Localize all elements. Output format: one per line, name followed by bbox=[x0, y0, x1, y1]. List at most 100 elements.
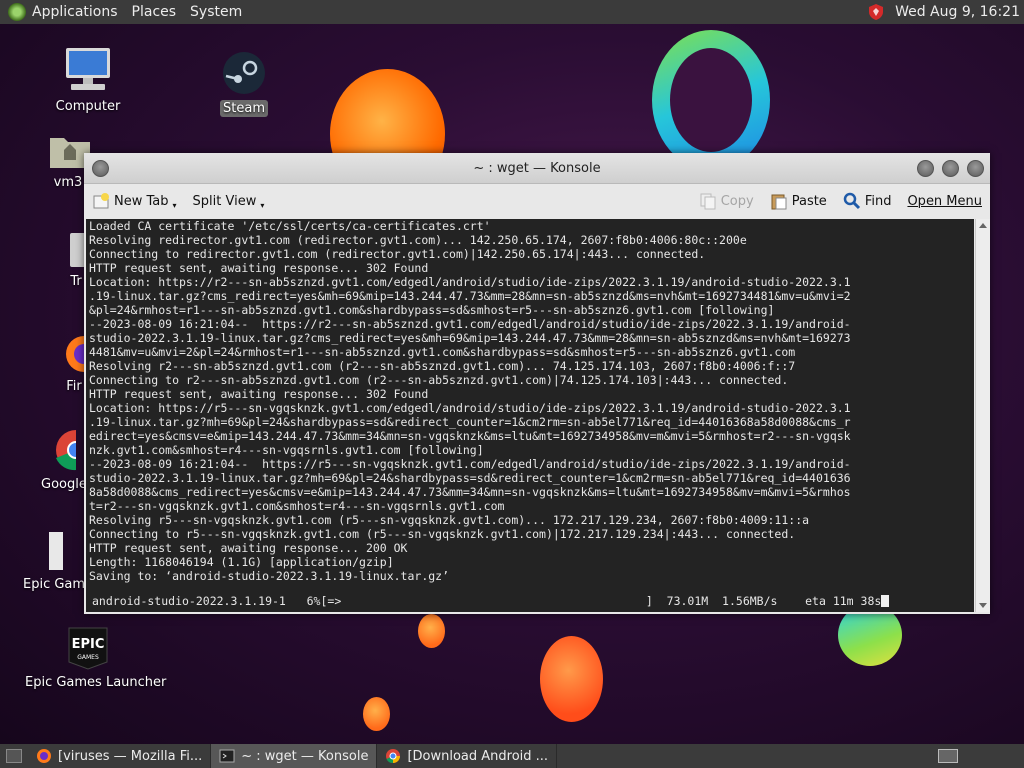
trash-icon bbox=[70, 233, 86, 267]
window-title: ~ : wget — Konsole bbox=[473, 160, 601, 176]
terminal-line: edirect=yes&cmsv=e&mip=143.244.47.73&mm=… bbox=[89, 429, 851, 443]
desktop-icon-label: Fir bbox=[66, 379, 82, 394]
task-label: [viruses — Mozilla Fi... bbox=[58, 748, 203, 764]
copy-icon bbox=[700, 193, 716, 210]
terminal-line: Connecting to redirector.gvt1.com (redir… bbox=[89, 247, 706, 261]
new-tab-label: New Tab bbox=[114, 193, 169, 209]
desktop-icon-steam[interactable]: Steam bbox=[212, 50, 276, 117]
scroll-up-icon[interactable] bbox=[979, 223, 987, 228]
terminal-line: .19-linux.tar.gz?cms_redirect=yes&mh=69&… bbox=[89, 289, 851, 303]
terminal-line: HTTP request sent, awaiting response... … bbox=[89, 387, 429, 401]
taskbar: [viruses — Mozilla Fi... ~ : wget — Kons… bbox=[0, 744, 1024, 768]
konsole-toolbar: New Tab ▾ Split View ▾ Copy Paste Find O… bbox=[84, 184, 990, 218]
svg-text:GAMES: GAMES bbox=[77, 654, 99, 661]
top-panel: Applications Places System Wed Aug 9, 16… bbox=[0, 0, 1024, 24]
task-firefox[interactable]: [viruses — Mozilla Fi... bbox=[28, 744, 212, 768]
terminal-line: HTTP request sent, awaiting response... … bbox=[89, 261, 429, 275]
task-label: ~ : wget — Konsole bbox=[241, 748, 369, 764]
terminal-output[interactable]: Loaded CA certificate '/etc/ssl/certs/ca… bbox=[86, 219, 974, 612]
firefox-icon bbox=[66, 336, 102, 372]
terminal-scrollbar[interactable] bbox=[975, 219, 990, 612]
desktop-icon-trash[interactable]: Tr bbox=[66, 229, 86, 290]
terminal-icon bbox=[219, 749, 235, 763]
terminal-line: Connecting to r2---sn-ab5sznzd.gvt1.com … bbox=[89, 373, 789, 387]
epic-games-icon bbox=[49, 532, 63, 570]
new-tab-button[interactable]: New Tab ▾ bbox=[84, 192, 185, 210]
terminal-line: nzk.gvt1.com&smhost=r4---sn-vgqsrnls.gvt… bbox=[89, 443, 484, 457]
terminal-line: Resolving r2---sn-ab5sznzd.gvt1.com (r2-… bbox=[89, 359, 796, 373]
split-view-button[interactable]: Split View ▾ bbox=[185, 193, 273, 210]
task-chrome[interactable]: [Download Android ... bbox=[377, 744, 558, 768]
menu-applications[interactable]: Applications bbox=[32, 4, 128, 20]
steam-icon bbox=[223, 52, 265, 94]
close-button[interactable] bbox=[967, 159, 984, 177]
paste-icon bbox=[771, 194, 787, 210]
desktop-icon-label: Steam bbox=[220, 100, 268, 117]
terminal-line: Connecting to r5---sn-vgqsknzk.gvt1.com … bbox=[89, 527, 796, 541]
task-konsole[interactable]: ~ : wget — Konsole bbox=[211, 744, 378, 768]
open-menu-button[interactable]: Open Menu bbox=[899, 194, 990, 209]
paste-button[interactable]: Paste bbox=[762, 192, 835, 210]
konsole-window: ~ : wget — Konsole New Tab ▾ Split View … bbox=[84, 153, 990, 614]
scroll-down-icon[interactable] bbox=[979, 603, 987, 608]
desktop-icon-vm3[interactable]: vm3 bbox=[48, 130, 90, 191]
text-cursor bbox=[881, 595, 890, 607]
desktop-icon-chrome[interactable]: Google bbox=[38, 428, 96, 493]
clock[interactable]: Wed Aug 9, 16:21 bbox=[895, 4, 1020, 20]
progress-text: android-studio-2022.3.1.19-1 6%[=> ] 73.… bbox=[92, 594, 882, 608]
menu-system[interactable]: System bbox=[190, 4, 252, 20]
copy-label: Copy bbox=[720, 193, 754, 209]
search-icon bbox=[843, 192, 860, 210]
terminal-line: Loaded CA certificate '/etc/ssl/certs/ca… bbox=[89, 219, 491, 233]
computer-icon bbox=[66, 48, 110, 90]
find-button[interactable]: Find bbox=[835, 192, 900, 210]
terminal-line: Location: https://r2---sn-ab5sznzd.gvt1.… bbox=[89, 275, 851, 289]
terminal-line: 8a58d0088&cms_redirect=yes&cmsv=e&mip=14… bbox=[89, 485, 851, 499]
desktop-icon-label: Computer bbox=[55, 99, 121, 114]
terminal-line: Saving to: ‘android-studio-2022.3.1.19-l… bbox=[89, 569, 450, 583]
panel-tray: Wed Aug 9, 16:21 bbox=[867, 3, 1024, 21]
epic-games-logo-icon: EPIC GAMES bbox=[68, 627, 108, 670]
terminal-line: HTTP request sent, awaiting response... … bbox=[89, 541, 408, 555]
wallpaper-ring bbox=[652, 30, 770, 170]
terminal-line: &pl=24&rmhost=r1---sn-ab5sznzd.gvt1.com&… bbox=[89, 303, 775, 317]
terminal-line: .19-linux.tar.gz?mh=69&pl=24&shardbypass… bbox=[89, 415, 851, 429]
shield-icon[interactable] bbox=[867, 3, 885, 21]
terminal-line: studio-2022.3.1.19-linux.tar.gz?mh=69&pl… bbox=[89, 471, 851, 485]
workspace-switcher[interactable] bbox=[938, 749, 958, 763]
terminal-line: Length: 1168046194 (1.1G) [application/g… bbox=[89, 555, 394, 569]
task-label: [Download Android ... bbox=[407, 748, 549, 764]
chevron-down-icon: ▾ bbox=[260, 200, 265, 210]
show-desktop-icon[interactable] bbox=[6, 749, 22, 763]
terminal-line: Location: https://r5---sn-vgqsknzk.gvt1.… bbox=[89, 401, 851, 415]
terminal-line: studio-2022.3.1.19-linux.tar.gz?cms_redi… bbox=[89, 331, 851, 345]
maximize-button[interactable] bbox=[942, 159, 959, 177]
wallpaper-orange-blob bbox=[540, 636, 603, 722]
desktop-icon-label: vm3 bbox=[53, 175, 83, 190]
desktop-icon-epic-games[interactable]: Epic Game bbox=[20, 530, 93, 593]
terminal-line: Resolving redirector.gvt1.com (redirecto… bbox=[89, 233, 747, 247]
chevron-down-icon: ▾ bbox=[172, 200, 177, 210]
terminal-line: 4481&mv=u&mvi=2&pl=24&rmhost=r1---sn-ab5… bbox=[89, 345, 796, 359]
minimize-button[interactable] bbox=[917, 159, 934, 177]
wallpaper-small-blob bbox=[418, 614, 445, 648]
desktop-icon-label: Google bbox=[41, 477, 87, 492]
desktop-icon-firefox[interactable]: Fir bbox=[62, 334, 102, 395]
desktop-icon-computer[interactable]: Computer bbox=[50, 46, 126, 115]
mate-logo-icon[interactable] bbox=[8, 3, 26, 21]
firefox-icon bbox=[37, 749, 51, 763]
terminal-line: t=r2---sn-vgqsknzk.gvt1.com&smhost=r4---… bbox=[89, 499, 505, 513]
desktop-icon-epic-games-launcher[interactable]: EPIC GAMES Epic Games Launcher bbox=[22, 626, 166, 691]
menu-places[interactable]: Places bbox=[132, 4, 187, 20]
copy-button[interactable]: Copy bbox=[691, 192, 762, 210]
terminal-line: --2023-08-09 16:21:04-- https://r5---sn-… bbox=[89, 457, 851, 471]
terminal-line: Resolving r5---sn-vgqsknzk.gvt1.com (r5-… bbox=[89, 513, 810, 527]
open-menu-label: Open Menu bbox=[907, 193, 982, 209]
wallpaper-small-blob bbox=[363, 697, 390, 731]
progress-line: android-studio-2022.3.1.19-1 6%[=> ] 73.… bbox=[89, 594, 974, 608]
chrome-icon bbox=[386, 749, 401, 764]
window-titlebar[interactable]: ~ : wget — Konsole bbox=[84, 153, 990, 184]
terminal-text: Loaded CA certificate '/etc/ssl/certs/ca… bbox=[86, 219, 974, 583]
find-label: Find bbox=[864, 193, 892, 209]
desktop-icon-label: Epic Games Launcher bbox=[25, 675, 167, 690]
